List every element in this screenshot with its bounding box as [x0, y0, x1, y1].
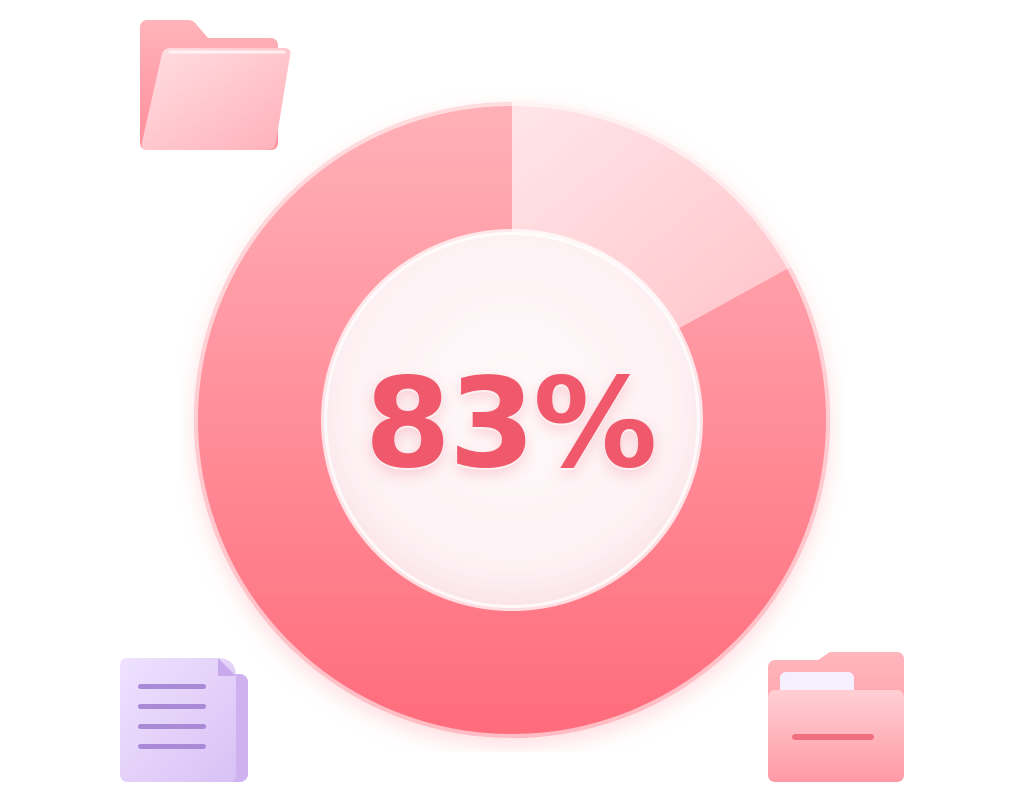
- donut-chart: 83%: [180, 88, 844, 752]
- donut-svg: [193, 102, 831, 738]
- document-icon: [120, 658, 248, 782]
- open-folder-icon: [768, 652, 904, 782]
- donut-illustration: 83%: [0, 0, 1024, 800]
